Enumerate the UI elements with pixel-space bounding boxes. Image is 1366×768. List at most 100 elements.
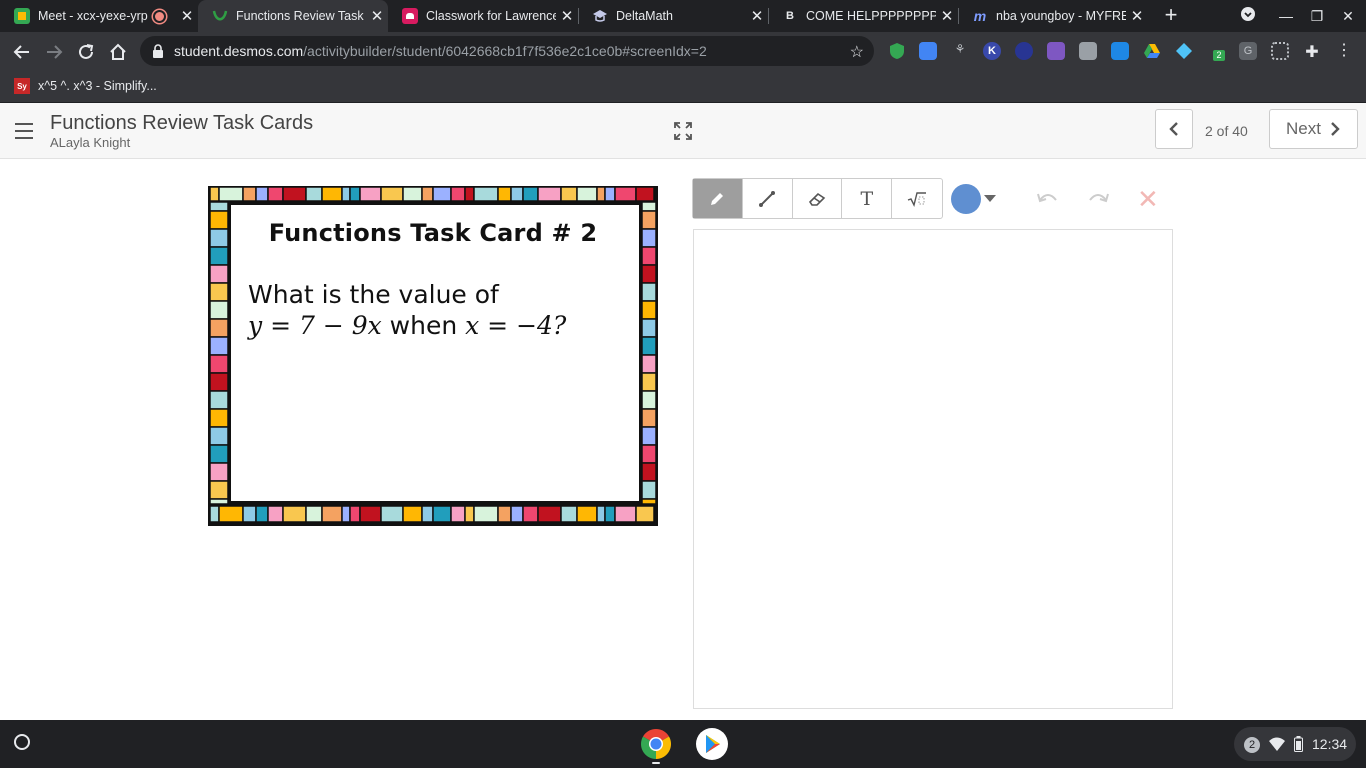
notification-count: 2 — [1244, 737, 1260, 753]
extension-icon[interactable] — [1015, 42, 1033, 60]
google-meet-icon — [14, 8, 30, 24]
color-dropdown-icon[interactable] — [984, 195, 996, 202]
menu-hamburger-icon[interactable] — [15, 123, 33, 144]
reload-button[interactable] — [74, 40, 98, 64]
shield-extension-icon[interactable] — [888, 42, 906, 60]
running-indicator — [652, 762, 660, 764]
symbolab-icon: Sy — [14, 78, 30, 94]
url-text: student.desmos.com/activitybuilder/stude… — [174, 43, 707, 59]
myfreemp3-icon: m — [973, 8, 987, 24]
sketch-canvas[interactable] — [693, 229, 1173, 709]
next-screen-button[interactable]: Next — [1269, 109, 1358, 149]
activity-header: Functions Review Task Cards ALayla Knigh… — [0, 103, 1366, 159]
close-tab-icon[interactable]: ✕ — [176, 7, 198, 25]
chevron-left-icon — [1169, 122, 1178, 136]
card-title: Functions Task Card # 2 — [268, 219, 598, 247]
forward-arrow-icon — [47, 45, 63, 59]
text-tool-button[interactable]: T — [842, 179, 893, 218]
tab-title: Classwork for Lawrence — [426, 9, 556, 23]
extension-icon[interactable]: ⚘ — [951, 42, 969, 60]
brainly-icon: B — [786, 10, 794, 22]
chevron-down-circle-icon — [1241, 7, 1255, 21]
tab-meet[interactable]: Meet - xcx-yexe-yrp ✕ — [0, 0, 198, 32]
close-tab-icon[interactable]: ✕ — [936, 7, 958, 25]
wifi-icon — [1269, 737, 1285, 751]
os-shelf: 2 12:34 — [0, 720, 1366, 768]
pencil-tool-button[interactable] — [693, 179, 743, 218]
question-line-2: y = 7 − 9x when x = −4? — [248, 311, 566, 340]
eraser-tool-button[interactable] — [793, 179, 843, 218]
close-tab-icon[interactable]: ✕ — [746, 7, 768, 25]
desmos-icon — [212, 8, 228, 24]
extension-icon[interactable] — [1079, 42, 1097, 60]
browser-toolbar: student.desmos.com/activitybuilder/stude… — [0, 32, 1366, 72]
close-window-button[interactable]: ✕ — [1338, 6, 1358, 26]
student-name: ALayla Knight — [50, 135, 131, 150]
extension-badge: 2 — [1213, 50, 1225, 61]
sketch-toolbar: T — [692, 178, 943, 219]
url-path: /activitybuilder/student/6042668cb1f7f53… — [303, 43, 707, 59]
tab-classwork[interactable]: Classwork for Lawrence ✕ — [388, 0, 578, 32]
tab-functions-review[interactable]: Functions Review Task ✕ — [198, 0, 388, 32]
next-label: Next — [1286, 119, 1321, 138]
redo-button[interactable] — [1086, 188, 1110, 213]
extensions-puzzle-icon[interactable]: ✚ — [1303, 42, 1321, 61]
address-bar[interactable]: student.desmos.com/activitybuilder/stude… — [140, 36, 874, 66]
task-card-image: Functions Task Card # 2 What is the valu… — [206, 184, 660, 528]
forward-button[interactable] — [42, 40, 66, 64]
undo-button[interactable] — [1036, 188, 1060, 213]
extension-icon[interactable]: 2 — [1207, 42, 1225, 61]
k-extension-icon[interactable]: K — [983, 42, 1001, 60]
home-button[interactable] — [106, 40, 130, 64]
play-store-app-icon[interactable] — [696, 728, 728, 760]
tab-title: nba youngboy - MYFRE — [996, 9, 1126, 23]
extension-icon[interactable] — [919, 42, 937, 60]
browser-tab-strip: Meet - xcx-yexe-yrp ✕ Functions Review T… — [0, 0, 1366, 32]
x-value: x = −4? — [465, 311, 567, 340]
clock: 12:34 — [1312, 736, 1348, 752]
chrome-app-icon[interactable] — [640, 728, 672, 764]
url-host: student.desmos.com — [174, 43, 304, 59]
lock-icon — [153, 44, 163, 58]
fullscreen-icon[interactable] — [674, 122, 692, 145]
tab-deltamath[interactable]: DeltaMath ✕ — [578, 0, 768, 32]
maximize-button[interactable]: ❐ — [1307, 6, 1327, 26]
back-button[interactable] — [10, 40, 34, 64]
launcher-button[interactable] — [14, 734, 30, 750]
status-tray[interactable]: 2 12:34 — [1234, 727, 1356, 761]
question-line-1: What is the value of — [248, 280, 499, 309]
deltamath-icon — [592, 8, 608, 24]
more-menu-icon[interactable]: ⋮ — [1335, 42, 1353, 60]
math-icon — [907, 191, 927, 207]
tab-title: Meet - xcx-yexe-yrp — [38, 9, 148, 23]
clear-sketch-button[interactable]: ✕ — [1137, 186, 1159, 212]
extension-icon[interactable] — [1111, 42, 1129, 60]
bookmark-item[interactable]: Sy x^5 ^. x^3 - Simplify... — [14, 78, 157, 94]
eraser-icon — [808, 192, 826, 206]
minimize-button[interactable]: — — [1276, 6, 1296, 26]
activity-title: Functions Review Task Cards — [50, 112, 314, 134]
tab-title: Functions Review Task — [236, 9, 364, 23]
pen-color-swatch[interactable] — [951, 184, 981, 214]
close-tab-icon[interactable]: ✕ — [366, 7, 388, 25]
new-tab-button[interactable]: + — [1160, 4, 1182, 26]
equation: y = 7 − 9x — [248, 311, 382, 340]
qr-extension-icon[interactable] — [1271, 42, 1289, 60]
text-icon: T — [860, 187, 874, 210]
extension-icon[interactable] — [1175, 42, 1193, 60]
line-tool-button[interactable] — [743, 179, 793, 218]
close-tab-icon[interactable]: ✕ — [1126, 7, 1148, 25]
google-drive-icon[interactable] — [1143, 42, 1161, 60]
tab-search-button[interactable] — [1238, 6, 1258, 26]
extension-icon[interactable] — [1047, 42, 1065, 60]
pencil-icon — [711, 192, 724, 205]
bookmark-star-icon[interactable]: ☆ — [850, 42, 864, 62]
close-tab-icon[interactable]: ✕ — [556, 7, 578, 25]
bookmarks-bar: Sy x^5 ^. x^3 - Simplify... — [0, 72, 1366, 103]
question-when: when — [381, 311, 466, 340]
tab-myfreemp3[interactable]: m nba youngboy - MYFRE ✕ — [958, 0, 1148, 32]
previous-screen-button[interactable] — [1155, 109, 1193, 149]
g-extension-icon[interactable]: G — [1239, 42, 1257, 60]
tab-brainly[interactable]: B COME HELPPPPPPPPP ✕ — [768, 0, 958, 32]
math-tool-button[interactable] — [892, 179, 942, 218]
